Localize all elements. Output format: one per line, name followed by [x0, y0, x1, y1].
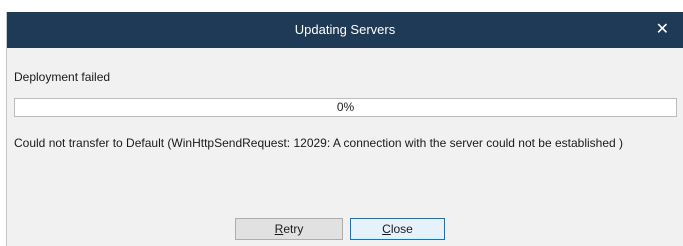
error-message: Could not transfer to Default (WinHttpSe… [14, 136, 624, 150]
close-label: lose [390, 222, 413, 236]
retry-button[interactable]: Retry [235, 218, 343, 240]
close-button[interactable]: Close [350, 218, 445, 240]
close-icon[interactable]: ✕ [656, 12, 669, 48]
updating-servers-dialog: Updating Servers ✕ Deployment failed 0% … [6, 12, 683, 246]
retry-label: etry [283, 222, 304, 236]
close-mnemonic: C [382, 222, 391, 236]
window-title: Updating Servers [294, 22, 396, 37]
title-bar: Updating Servers ✕ [7, 12, 683, 48]
progress-percent: 0% [336, 100, 355, 114]
progress-bar: 0% [14, 98, 677, 117]
status-label: Deployment failed [14, 70, 111, 84]
